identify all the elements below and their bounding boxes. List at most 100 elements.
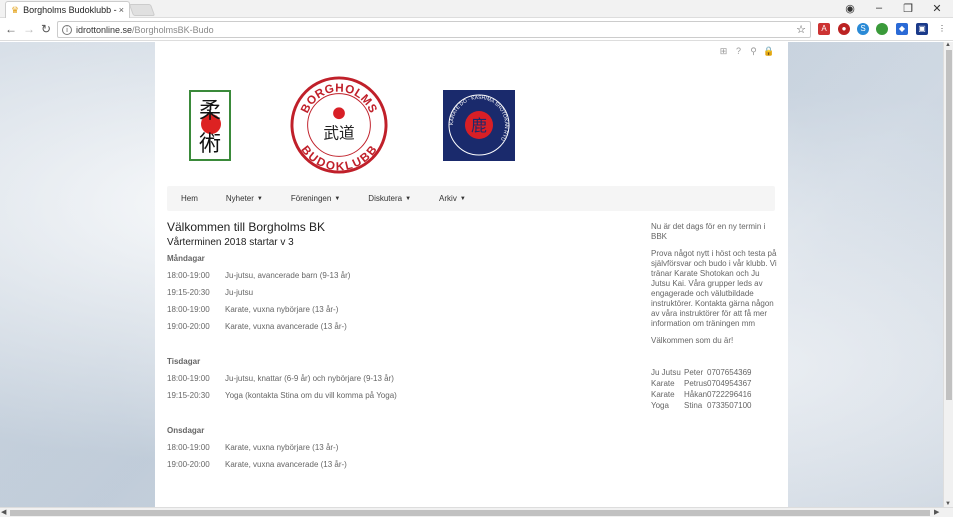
schedule-monday: Måndagar 18:00-19:00 Ju-jutsu, avancerade… — [167, 254, 627, 339]
reload-icon[interactable]: ↻ — [39, 22, 53, 36]
help-icon[interactable]: ? — [733, 46, 744, 57]
search-icon[interactable]: ⚲ — [748, 46, 759, 57]
nav-foreningen[interactable]: Föreningen ▼ — [277, 194, 354, 203]
schedule-activity: Karate, vuxna nybörjare (13 år-) — [225, 443, 339, 452]
save-extension-icon[interactable]: ▣ — [916, 23, 928, 35]
scroll-right-icon[interactable]: ▶ — [934, 508, 939, 516]
main-navbar: Hem Nyheter ▼ Föreningen ▼ Diskutera ▼ Arki… — [167, 186, 775, 211]
tab-close-icon[interactable]: × — [119, 5, 124, 15]
schedule-time: 19:00-20:00 — [167, 460, 210, 469]
karate-shotokan-logo[interactable]: KARATE DO · KASHIMA SHOTOKAN RYU 鹿 — [443, 90, 515, 161]
contact-sport: Ju Jutsu — [651, 368, 681, 377]
green-extension-icon[interactable] — [876, 23, 888, 35]
karate-logo-kanji: 鹿 — [471, 116, 487, 135]
horizontal-scrollbar[interactable]: ◀ ▶ — [0, 507, 953, 517]
day-heading: Tisdagar — [167, 357, 201, 366]
contact-name: Stina — [684, 401, 703, 410]
schedule-wednesday: Onsdagar 18:00-19:00 Karate, vuxna nybörj… — [167, 426, 627, 477]
scroll-thumb[interactable] — [946, 50, 952, 400]
borgholms-budoklubb-logo[interactable]: BORGHOLMS BUDOKLUBB 武道 — [290, 76, 388, 174]
schedule-time: 18:00-19:00 — [167, 374, 210, 383]
kanji-ju: 柔 — [198, 98, 221, 124]
caret-down-icon: ▼ — [256, 195, 263, 202]
nav-nyheter[interactable]: Nyheter ▼ — [212, 194, 277, 203]
pdf-extension-icon[interactable]: A — [818, 23, 830, 35]
info-icon[interactable]: i — [62, 24, 72, 35]
contact-row: Ju Jutsu Peter 0707654369 — [651, 368, 777, 379]
nav-diskutera[interactable]: Diskutera ▼ — [354, 194, 425, 203]
nav-label: Diskutera — [368, 194, 403, 203]
day-heading: Onsdagar — [167, 426, 205, 435]
maximize-icon[interactable]: ❐ — [901, 2, 915, 15]
sidebar: Nu är det dags för en ny termin i BBK Pr… — [651, 222, 777, 412]
url-host: idrottonline.se — [76, 24, 133, 35]
schedule-row: 19:00-20:00 Karate, vuxna avancerade (13 … — [167, 322, 627, 339]
contact-name: Håkan — [684, 390, 708, 399]
jujutsu-logo[interactable]: 柔 術 — [189, 90, 231, 161]
schedule-activity: Yoga (kontakta Stina om du vill komma på… — [225, 391, 397, 400]
caret-down-icon: ▼ — [405, 195, 412, 202]
tab-title: Borgholms Budoklubb - — [23, 5, 117, 15]
sidebar-intro: Nu är det dags för en ny termin i BBK — [651, 222, 766, 241]
schedule-row: 18:00-19:00 Karate, vuxna nybörjare (13 å… — [167, 305, 627, 322]
lock-icon[interactable]: 🔒 — [763, 46, 774, 57]
page-title: Välkommen till Borgholms BK — [167, 220, 326, 234]
page-subtitle: Vårterminen 2018 startar v 3 — [167, 237, 294, 248]
nav-label: Föreningen — [290, 194, 332, 203]
browser-tab[interactable]: ♛ Borgholms Budoklubb - × — [5, 1, 130, 18]
address-bar[interactable]: i idrottonline.se/BorgholmsBK-Budo ☆ — [57, 21, 811, 38]
nav-arkiv[interactable]: Arkiv ▼ — [425, 194, 480, 203]
contact-row: Karate Håkan 0722296416 — [651, 390, 777, 401]
minimize-icon[interactable]: – — [872, 2, 886, 14]
skype-extension-icon[interactable]: S — [857, 23, 869, 35]
contact-row: Yoga Stina 0733507100 — [651, 401, 777, 412]
day-heading: Måndagar — [167, 254, 205, 263]
contact-row: Karate Petrus 0704954367 — [651, 379, 777, 390]
schedule-row: 19:15-20:30 Ju-jutsu — [167, 288, 627, 305]
scroll-up-icon[interactable]: ▲ — [945, 42, 951, 48]
contact-sport: Karate — [651, 390, 675, 399]
caret-down-icon: ▼ — [459, 195, 466, 202]
nav-label: Nyheter — [225, 194, 254, 203]
scroll-left-icon[interactable]: ◀ — [1, 508, 6, 516]
page-container: ⊞ ? ⚲ 🔒 柔 術 BORGHOLMS BUDOKLUBB 武道 KARAT… — [155, 42, 788, 507]
adblock-extension-icon[interactable]: ● — [838, 23, 850, 35]
contact-sport: Yoga — [651, 401, 669, 410]
sidebar-description: Prova något nytt i höst och testa på sjä… — [651, 249, 777, 328]
schedule-time: 19:15-20:30 — [167, 288, 210, 297]
back-icon[interactable]: ← — [4, 22, 18, 36]
browser-titlebar: ♛ Borgholms Budoklubb - × ◉ – ❐ ✕ — [0, 0, 953, 18]
contact-name: Peter — [684, 368, 704, 377]
url-path: /BorgholmsBK-Budo — [132, 24, 214, 35]
contact-phone: 0707654369 — [707, 368, 752, 377]
top-icons: ⊞ ? ⚲ 🔒 — [718, 46, 775, 57]
new-tab-button[interactable] — [128, 4, 156, 16]
schedule-activity: Ju-jutsu, knattar (6-9 år) och nybörjare… — [225, 374, 394, 383]
scroll-thumb[interactable] — [10, 510, 930, 516]
schedule-activity: Karate, vuxna nybörjare (13 år-) — [225, 305, 339, 314]
schedule-row: 18:00-19:00 Ju-jutsu, knattar (6-9 år) oc… — [167, 374, 627, 391]
sidebar-welcome: Välkommen som du är! — [651, 336, 734, 345]
profile-icon[interactable]: ◉ — [843, 2, 857, 15]
nav-hem[interactable]: Hem — [167, 194, 212, 203]
page-viewport: ⊞ ? ⚲ 🔒 柔 術 BORGHOLMS BUDOKLUBB 武道 KARAT… — [0, 42, 943, 507]
caret-down-icon: ▼ — [334, 195, 341, 202]
layers-extension-icon[interactable]: ◆ — [896, 23, 908, 35]
sitemap-icon[interactable]: ⊞ — [718, 46, 729, 57]
schedule-row: 19:00-20:00 Karate, vuxna avancerade (13 … — [167, 460, 627, 477]
menu-icon[interactable]: ⋮ — [936, 23, 948, 35]
logo-kanji: 武道 — [323, 124, 355, 143]
contact-phone: 0722296416 — [707, 390, 752, 399]
schedule-activity: Ju-jutsu, avancerade barn (9-13 år) — [225, 271, 351, 280]
close-icon[interactable]: ✕ — [930, 2, 944, 15]
contact-sport: Karate — [651, 379, 675, 388]
forward-icon[interactable]: → — [22, 22, 36, 36]
schedule-activity: Ju-jutsu — [225, 288, 254, 297]
vertical-scrollbar[interactable]: ▲ ▼ — [943, 42, 953, 507]
schedule-time: 18:00-19:00 — [167, 271, 210, 280]
contact-phone: 0733507100 — [707, 401, 752, 410]
bookmark-star-icon[interactable]: ☆ — [796, 23, 806, 36]
schedule-time: 18:00-19:00 — [167, 305, 210, 314]
main-content: Välkommen till Borgholms BK Vårterminen … — [167, 220, 627, 488]
schedule-row: 19:15-20:30 Yoga (kontakta Stina om du vi… — [167, 391, 627, 408]
